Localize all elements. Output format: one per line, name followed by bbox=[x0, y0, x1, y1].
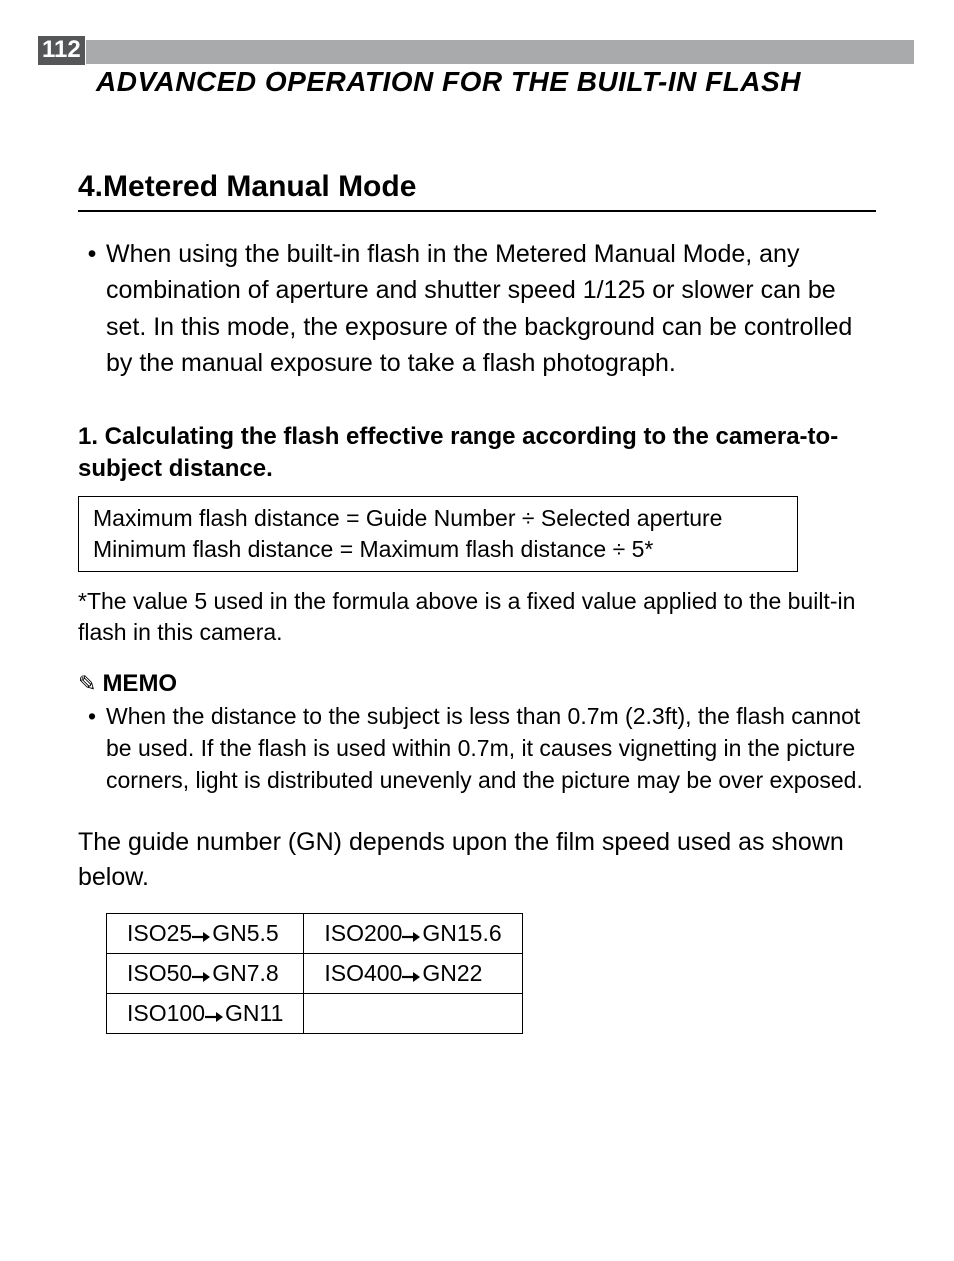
formula-line-2: Minimum flash distance = Maximum flash d… bbox=[93, 534, 783, 565]
header-bar bbox=[86, 40, 914, 64]
subsection-heading: 1. Calculating the flash effective range… bbox=[78, 421, 876, 486]
intro-bullet-text: When using the built-in flash in the Met… bbox=[106, 236, 876, 381]
intro-bullet: • When using the built-in flash in the M… bbox=[78, 236, 876, 381]
gn-cell bbox=[304, 993, 522, 1033]
manual-page: 112 ADVANCED OPERATION FOR THE BUILT-IN … bbox=[0, 0, 954, 1261]
section-title: 4.Metered Manual Mode bbox=[78, 170, 876, 204]
table-row: ISO50GN7.8ISO400GN22 bbox=[107, 953, 523, 993]
pencil-icon: ✎ bbox=[78, 671, 96, 696]
table-row: ISO100GN11 bbox=[107, 993, 523, 1033]
table-row: ISO25GN5.5ISO200GN15.6 bbox=[107, 913, 523, 953]
formula-line-1: Maximum flash distance = Guide Number ÷ … bbox=[93, 503, 783, 534]
gn-cell: ISO400GN22 bbox=[304, 953, 522, 993]
gn-cell: ISO50GN7.8 bbox=[107, 953, 304, 993]
gn-cell: ISO200GN15.6 bbox=[304, 913, 522, 953]
guide-number-table: ISO25GN5.5ISO200GN15.6ISO50GN7.8ISO400GN… bbox=[106, 913, 523, 1034]
memo-label: MEMO bbox=[102, 670, 177, 697]
page-number-tab: 112 bbox=[38, 36, 85, 65]
section-rule bbox=[78, 210, 876, 212]
bullet-dot-icon: • bbox=[78, 700, 106, 797]
gn-cell: ISO100GN11 bbox=[107, 993, 304, 1033]
header-title: ADVANCED OPERATION FOR THE BUILT-IN FLAS… bbox=[96, 66, 801, 98]
memo-bullet-text: When the distance to the subject is less… bbox=[106, 700, 876, 797]
page-number: 112 bbox=[42, 36, 81, 63]
bullet-dot-icon: • bbox=[78, 236, 106, 381]
memo-heading: ✎MEMO bbox=[78, 670, 876, 698]
memo-bullet: • When the distance to the subject is le… bbox=[78, 700, 876, 797]
gn-cell: ISO25GN5.5 bbox=[107, 913, 304, 953]
formula-box: Maximum flash distance = Guide Number ÷ … bbox=[78, 496, 798, 572]
page-content: 4.Metered Manual Mode • When using the b… bbox=[78, 40, 876, 1034]
gn-intro: The guide number (GN) depends upon the f… bbox=[78, 825, 876, 895]
footnote: *The value 5 used in the formula above i… bbox=[78, 586, 876, 648]
